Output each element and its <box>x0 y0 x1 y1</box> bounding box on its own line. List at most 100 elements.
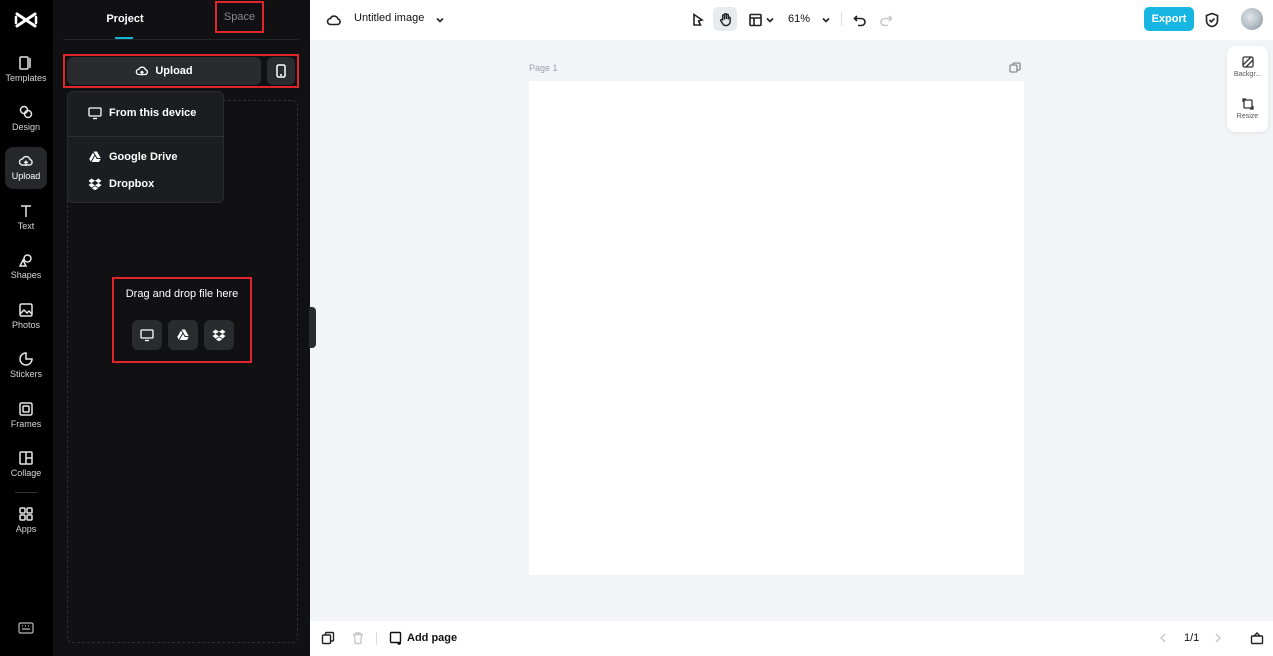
source-google-drive-button[interactable] <box>168 320 198 350</box>
canvas-page[interactable] <box>529 81 1024 575</box>
tab-label: Project <box>106 13 144 25</box>
google-drive-icon <box>176 329 189 341</box>
drag-drop-box[interactable]: Drag and drop file here <box>112 277 252 363</box>
duplicate-page-icon[interactable] <box>1009 62 1021 74</box>
drag-drop-label: Drag and drop file here <box>125 288 239 300</box>
rail-item-stickers[interactable]: Stickers <box>5 345 47 387</box>
rail-item-design[interactable]: Design <box>5 98 47 140</box>
templates-icon <box>19 56 31 70</box>
upload-row: Upload <box>63 54 299 88</box>
rail-item-label: Collage <box>10 468 42 478</box>
rail-item-shapes[interactable]: Shapes <box>5 246 47 288</box>
rail-item-label: Text <box>17 221 35 231</box>
stickers-icon <box>19 352 33 366</box>
monitor-icon <box>88 107 102 120</box>
upload-from-phone-button[interactable] <box>267 57 295 85</box>
rail-item-label: Apps <box>15 524 37 534</box>
rail-item-label: Stickers <box>9 369 42 379</box>
collage-icon <box>19 451 33 465</box>
dropbox-icon <box>88 178 102 191</box>
trash-icon[interactable] <box>351 631 365 645</box>
duplicate-page-icon[interactable] <box>321 631 335 645</box>
chevron-right-icon[interactable] <box>1211 631 1225 645</box>
background-button[interactable]: Backgr... <box>1227 52 1268 88</box>
zoom-level[interactable]: 61% <box>788 13 810 25</box>
menu-item-label: Dropbox <box>109 178 155 190</box>
upload-button-label: Upload <box>155 65 193 77</box>
rail-item-collage[interactable]: Collage <box>5 444 47 486</box>
upload-button[interactable]: Upload <box>67 57 261 85</box>
right-quick-panel: Backgr... Resize <box>1227 46 1268 132</box>
select-pointer-icon[interactable] <box>688 10 708 30</box>
background-icon <box>1241 56 1254 68</box>
resize-button[interactable]: Resize <box>1227 94 1268 130</box>
undo-icon[interactable] <box>850 10 870 30</box>
rail-item-label: Upload <box>11 171 41 181</box>
rail-divider <box>15 492 37 493</box>
chevron-down-icon[interactable] <box>430 10 450 30</box>
redo-icon[interactable] <box>876 10 896 30</box>
user-avatar[interactable] <box>1241 8 1263 30</box>
capcut-logo-icon[interactable] <box>14 9 38 31</box>
zoom-chevron-down-icon[interactable] <box>816 10 836 30</box>
chevron-left-icon[interactable] <box>1156 631 1170 645</box>
add-page-label: Add page <box>407 632 458 644</box>
toolbar-separator <box>841 12 842 26</box>
source-device-button[interactable] <box>132 320 162 350</box>
page-manager-icon[interactable] <box>1250 631 1264 645</box>
google-drive-icon <box>88 151 101 163</box>
add-page-button[interactable]: Add page <box>389 631 457 645</box>
rail-item-label: Shapes <box>10 270 42 280</box>
hand-tool-button[interactable] <box>713 7 737 31</box>
page-counter: 1/1 <box>1184 632 1200 644</box>
bottom-toolbar: Add page 1/1 <box>310 621 1273 656</box>
rail-item-text[interactable]: Text <box>5 197 47 239</box>
rail-item-label: Templates <box>5 73 47 83</box>
rail-item-label: Frames <box>10 419 42 429</box>
rail-item-upload[interactable]: Upload <box>5 147 47 189</box>
frames-icon <box>19 402 33 416</box>
cloud-sync-icon[interactable] <box>324 10 344 30</box>
shield-check-icon[interactable] <box>1202 10 1222 30</box>
photos-icon <box>19 303 33 317</box>
rail-item-frames[interactable]: Frames <box>5 395 47 437</box>
rail-item-photos[interactable]: Photos <box>5 296 47 338</box>
tab-project[interactable]: Project <box>98 0 152 39</box>
monitor-icon <box>140 329 154 342</box>
dropbox-icon <box>212 329 226 342</box>
rail-item-templates[interactable]: Templates <box>5 49 47 91</box>
left-rail: Templates Design Upload Text Shapes Phot… <box>0 0 53 656</box>
export-button[interactable]: Export <box>1144 7 1194 31</box>
app-window: Templates Design Upload Text Shapes Phot… <box>0 0 1273 656</box>
menu-item-google-drive[interactable]: Google Drive <box>68 144 223 170</box>
background-label: Backgr... <box>1233 71 1262 78</box>
phone-icon <box>276 64 286 78</box>
hand-icon <box>719 12 731 26</box>
rail-item-label: Photos <box>11 320 41 330</box>
design-icon <box>19 105 33 119</box>
source-dropbox-button[interactable] <box>204 320 234 350</box>
menu-item-label: From this device <box>109 107 197 119</box>
top-toolbar: Untitled image 61% Export <box>310 0 1273 40</box>
page-label: Page 1 <box>529 63 558 73</box>
panel-collapse-handle[interactable] <box>309 307 316 348</box>
tab-label: Space <box>223 11 256 23</box>
document-title[interactable]: Untitled image <box>354 12 424 24</box>
upload-source-menu: From this device Google Drive Dropbox <box>67 91 224 203</box>
add-page-icon <box>389 631 402 645</box>
text-icon <box>21 205 31 217</box>
resize-icon <box>1241 98 1254 110</box>
tab-divider <box>63 39 299 40</box>
menu-separator <box>68 136 223 137</box>
rail-item-apps[interactable]: Apps <box>5 500 47 542</box>
menu-item-dropbox[interactable]: Dropbox <box>68 171 223 197</box>
cloud-upload-icon <box>18 155 33 166</box>
menu-item-from-device[interactable]: From this device <box>68 100 223 126</box>
resize-label: Resize <box>1236 113 1259 120</box>
chevron-down-icon[interactable] <box>760 10 780 30</box>
menu-item-label: Google Drive <box>109 151 178 163</box>
keyboard-icon[interactable] <box>18 621 34 635</box>
rail-item-label: Design <box>11 122 40 132</box>
tab-space[interactable]: Space <box>215 1 264 33</box>
toolbar-separator <box>376 632 377 645</box>
